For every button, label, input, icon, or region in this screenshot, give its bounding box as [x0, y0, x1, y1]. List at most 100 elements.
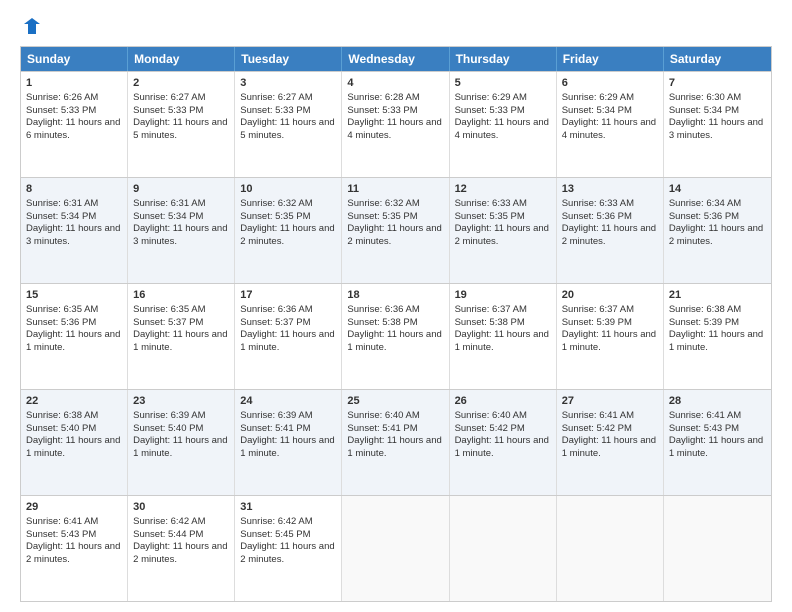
calendar-row: 1 Sunrise: 6:26 AM Sunset: 5:33 PM Dayli…	[21, 71, 771, 177]
day-number: 2	[133, 76, 229, 91]
day-number: 10	[240, 182, 336, 197]
calendar-row: 15 Sunrise: 6:35 AM Sunset: 5:36 PM Dayl…	[21, 283, 771, 389]
empty-cell	[664, 496, 771, 601]
day-number: 16	[133, 288, 229, 303]
sunrise-label: Sunrise: 6:31 AM	[26, 198, 98, 209]
day-number: 14	[669, 182, 766, 197]
sunset-label: Sunset: 5:33 PM	[455, 105, 525, 116]
day-cell: 30 Sunrise: 6:42 AM Sunset: 5:44 PM Dayl…	[128, 496, 235, 601]
daylight-label: Daylight: 11 hours and 1 minute.	[26, 329, 120, 353]
daylight-label: Daylight: 11 hours and 1 minute.	[133, 329, 227, 353]
sunrise-label: Sunrise: 6:28 AM	[347, 92, 419, 103]
sunset-label: Sunset: 5:36 PM	[26, 317, 96, 328]
sunset-label: Sunset: 5:39 PM	[562, 317, 632, 328]
sunset-label: Sunset: 5:35 PM	[240, 211, 310, 222]
daylight-label: Daylight: 11 hours and 1 minute.	[133, 435, 227, 459]
daylight-label: Daylight: 11 hours and 1 minute.	[562, 329, 656, 353]
day-cell: 12 Sunrise: 6:33 AM Sunset: 5:35 PM Dayl…	[450, 178, 557, 283]
daylight-label: Daylight: 11 hours and 1 minute.	[669, 329, 763, 353]
daylight-label: Daylight: 11 hours and 5 minutes.	[133, 117, 227, 141]
day-cell: 18 Sunrise: 6:36 AM Sunset: 5:38 PM Dayl…	[342, 284, 449, 389]
sunrise-label: Sunrise: 6:40 AM	[347, 410, 419, 421]
sunset-label: Sunset: 5:33 PM	[347, 105, 417, 116]
day-cell: 21 Sunrise: 6:38 AM Sunset: 5:39 PM Dayl…	[664, 284, 771, 389]
daylight-label: Daylight: 11 hours and 2 minutes.	[26, 541, 120, 565]
sunrise-label: Sunrise: 6:33 AM	[455, 198, 527, 209]
sunset-label: Sunset: 5:35 PM	[455, 211, 525, 222]
sunrise-label: Sunrise: 6:41 AM	[26, 516, 98, 527]
day-cell: 5 Sunrise: 6:29 AM Sunset: 5:33 PM Dayli…	[450, 72, 557, 177]
daylight-label: Daylight: 11 hours and 5 minutes.	[240, 117, 334, 141]
day-of-week-header: Friday	[557, 47, 664, 71]
sunrise-label: Sunrise: 6:30 AM	[669, 92, 741, 103]
day-cell: 25 Sunrise: 6:40 AM Sunset: 5:41 PM Dayl…	[342, 390, 449, 495]
sunrise-label: Sunrise: 6:34 AM	[669, 198, 741, 209]
day-cell: 26 Sunrise: 6:40 AM Sunset: 5:42 PM Dayl…	[450, 390, 557, 495]
day-number: 17	[240, 288, 336, 303]
sunrise-label: Sunrise: 6:32 AM	[240, 198, 312, 209]
sunset-label: Sunset: 5:39 PM	[669, 317, 739, 328]
empty-cell	[342, 496, 449, 601]
day-number: 30	[133, 500, 229, 515]
daylight-label: Daylight: 11 hours and 2 minutes.	[562, 223, 656, 247]
sunrise-label: Sunrise: 6:27 AM	[240, 92, 312, 103]
day-number: 3	[240, 76, 336, 91]
day-number: 29	[26, 500, 122, 515]
daylight-label: Daylight: 11 hours and 2 minutes.	[669, 223, 763, 247]
sunrise-label: Sunrise: 6:31 AM	[133, 198, 205, 209]
sunrise-label: Sunrise: 6:32 AM	[347, 198, 419, 209]
sunset-label: Sunset: 5:35 PM	[347, 211, 417, 222]
day-number: 7	[669, 76, 766, 91]
day-number: 13	[562, 182, 658, 197]
day-cell: 4 Sunrise: 6:28 AM Sunset: 5:33 PM Dayli…	[342, 72, 449, 177]
calendar-body: 1 Sunrise: 6:26 AM Sunset: 5:33 PM Dayli…	[21, 71, 771, 601]
daylight-label: Daylight: 11 hours and 2 minutes.	[455, 223, 549, 247]
sunset-label: Sunset: 5:36 PM	[562, 211, 632, 222]
day-number: 28	[669, 394, 766, 409]
daylight-label: Daylight: 11 hours and 1 minute.	[669, 435, 763, 459]
header	[20, 16, 772, 36]
daylight-label: Daylight: 11 hours and 2 minutes.	[240, 541, 334, 565]
daylight-label: Daylight: 11 hours and 2 minutes.	[347, 223, 441, 247]
sunset-label: Sunset: 5:40 PM	[133, 423, 203, 434]
sunrise-label: Sunrise: 6:33 AM	[562, 198, 634, 209]
day-number: 1	[26, 76, 122, 91]
sunset-label: Sunset: 5:33 PM	[26, 105, 96, 116]
day-number: 21	[669, 288, 766, 303]
day-cell: 6 Sunrise: 6:29 AM Sunset: 5:34 PM Dayli…	[557, 72, 664, 177]
day-cell: 13 Sunrise: 6:33 AM Sunset: 5:36 PM Dayl…	[557, 178, 664, 283]
day-number: 22	[26, 394, 122, 409]
day-cell: 27 Sunrise: 6:41 AM Sunset: 5:42 PM Dayl…	[557, 390, 664, 495]
sunset-label: Sunset: 5:37 PM	[133, 317, 203, 328]
day-of-week-header: Sunday	[21, 47, 128, 71]
day-cell: 29 Sunrise: 6:41 AM Sunset: 5:43 PM Dayl…	[21, 496, 128, 601]
day-number: 25	[347, 394, 443, 409]
day-cell: 9 Sunrise: 6:31 AM Sunset: 5:34 PM Dayli…	[128, 178, 235, 283]
day-cell: 10 Sunrise: 6:32 AM Sunset: 5:35 PM Dayl…	[235, 178, 342, 283]
sunrise-label: Sunrise: 6:36 AM	[240, 304, 312, 315]
daylight-label: Daylight: 11 hours and 3 minutes.	[133, 223, 227, 247]
day-cell: 28 Sunrise: 6:41 AM Sunset: 5:43 PM Dayl…	[664, 390, 771, 495]
sunset-label: Sunset: 5:34 PM	[669, 105, 739, 116]
day-number: 20	[562, 288, 658, 303]
page: SundayMondayTuesdayWednesdayThursdayFrid…	[0, 0, 792, 612]
sunrise-label: Sunrise: 6:42 AM	[133, 516, 205, 527]
sunrise-label: Sunrise: 6:29 AM	[455, 92, 527, 103]
day-cell: 19 Sunrise: 6:37 AM Sunset: 5:38 PM Dayl…	[450, 284, 557, 389]
day-cell: 8 Sunrise: 6:31 AM Sunset: 5:34 PM Dayli…	[21, 178, 128, 283]
daylight-label: Daylight: 11 hours and 3 minutes.	[669, 117, 763, 141]
day-number: 27	[562, 394, 658, 409]
day-number: 5	[455, 76, 551, 91]
day-cell: 1 Sunrise: 6:26 AM Sunset: 5:33 PM Dayli…	[21, 72, 128, 177]
day-cell: 31 Sunrise: 6:42 AM Sunset: 5:45 PM Dayl…	[235, 496, 342, 601]
day-number: 19	[455, 288, 551, 303]
day-number: 8	[26, 182, 122, 197]
day-cell: 3 Sunrise: 6:27 AM Sunset: 5:33 PM Dayli…	[235, 72, 342, 177]
daylight-label: Daylight: 11 hours and 6 minutes.	[26, 117, 120, 141]
sunrise-label: Sunrise: 6:36 AM	[347, 304, 419, 315]
day-of-week-header: Monday	[128, 47, 235, 71]
sunrise-label: Sunrise: 6:37 AM	[562, 304, 634, 315]
day-cell: 2 Sunrise: 6:27 AM Sunset: 5:33 PM Dayli…	[128, 72, 235, 177]
calendar-header: SundayMondayTuesdayWednesdayThursdayFrid…	[21, 47, 771, 71]
sunrise-label: Sunrise: 6:42 AM	[240, 516, 312, 527]
